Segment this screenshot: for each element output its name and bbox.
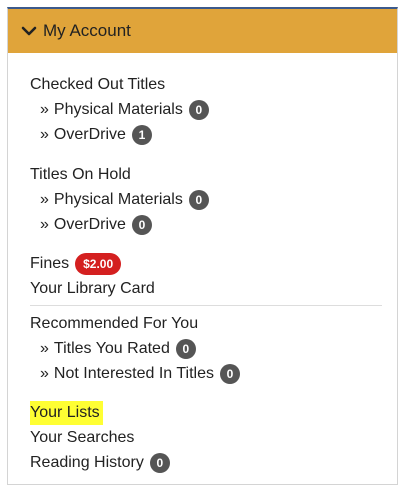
count-badge: 0 [175, 339, 196, 359]
count-badge: 1 [131, 125, 152, 145]
my-account-panel: My Account Checked Out Titles » Physical… [7, 7, 398, 485]
count-badge: 0 [149, 453, 170, 473]
sub-prefix: » [40, 101, 49, 118]
titles-you-rated-link[interactable]: » Titles You Rated 0 [40, 337, 196, 361]
checked-out-heading[interactable]: Checked Out Titles [30, 73, 165, 97]
count-badge: 0 [131, 215, 152, 235]
count-badge: 0 [188, 190, 209, 210]
your-searches-link[interactable]: Your Searches [30, 426, 134, 450]
count-badge: 0 [188, 100, 209, 120]
sub-prefix: » [40, 340, 49, 357]
checked-out-overdrive-link[interactable]: » OverDrive 1 [40, 123, 152, 147]
my-account-title: My Account [43, 21, 131, 40]
sub-prefix: » [40, 365, 49, 382]
checked-out-physical-link[interactable]: » Physical Materials 0 [40, 98, 209, 122]
library-card-link[interactable]: Your Library Card [30, 277, 155, 301]
my-account-header[interactable]: My Account [8, 9, 397, 53]
your-lists-link[interactable]: Your Lists [30, 401, 103, 425]
titles-on-hold-heading[interactable]: Titles On Hold [30, 163, 131, 187]
sub-prefix: » [40, 126, 49, 143]
sub-prefix: » [40, 216, 49, 233]
fines-amount-badge: $2.00 [75, 253, 122, 275]
recommended-heading[interactable]: Recommended For You [30, 312, 198, 336]
on-hold-physical-link[interactable]: » Physical Materials 0 [40, 188, 209, 212]
not-interested-link[interactable]: » Not Interested In Titles 0 [40, 362, 240, 386]
chevron-down-icon [21, 23, 37, 39]
sub-prefix: » [40, 191, 49, 208]
count-badge: 0 [219, 364, 240, 384]
on-hold-overdrive-link[interactable]: » OverDrive 0 [40, 213, 152, 237]
fines-link[interactable]: Fines $2.00 [30, 252, 122, 276]
section-divider [30, 305, 382, 306]
reading-history-link[interactable]: Reading History 0 [30, 451, 170, 475]
